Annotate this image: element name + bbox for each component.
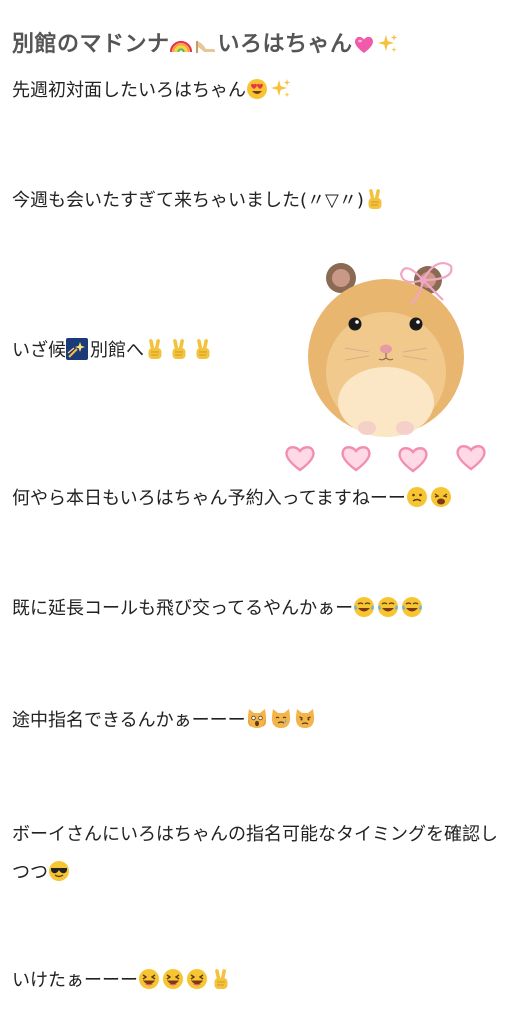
sparkles-icon: [271, 79, 291, 98]
scream-cat-icon: [246, 708, 268, 730]
victory-hand-icon: [148, 338, 162, 360]
body-line-3: いざ候 別館へ: [12, 336, 216, 366]
tears-of-joy-icon: [401, 596, 423, 618]
line-text: 既に延長コールも飛び交ってるやんかぁー: [12, 598, 354, 619]
body-line-5: 既に延長コールも飛び交ってるやんかぁー: [12, 594, 425, 624]
title-text-1: 別館のマドンナ: [12, 32, 170, 57]
pouting-cat-icon: [294, 708, 316, 730]
body-line-8: いけたぁーーー: [12, 966, 234, 996]
line-text: 何やら本日もいろはちゃん予約入ってますねーー: [12, 488, 406, 509]
confused-face-icon: [406, 486, 428, 508]
laughing-face-icon: [138, 968, 160, 990]
hamster-paw-right: [396, 421, 414, 435]
shooting-star-icon: [66, 338, 88, 360]
crying-cat-icon: [270, 708, 292, 730]
hamster-eye-left: [348, 317, 362, 331]
hamster-nose: [380, 344, 392, 354]
line-text-after: 別館へ: [90, 340, 144, 361]
sparkles-icon: [377, 34, 398, 53]
rainbow-icon: [169, 40, 192, 54]
body-line-1: 先週初対面したいろはちゃん: [12, 76, 294, 106]
victory-hand-icon: [214, 968, 228, 990]
line-text: ボーイさんにいろはちゃんの指名可能なタイミングを確認しつつ: [12, 824, 498, 883]
heart-icon: [398, 447, 428, 473]
body-line-2: 今週も会いたすぎて来ちゃいました(〃▽〃): [12, 186, 388, 216]
heart-icon: [456, 445, 486, 471]
heart-row: [285, 445, 486, 473]
post-title: 別館のマドンナ いろはちゃん: [12, 26, 401, 58]
weary-face-icon: [430, 486, 452, 508]
body-line-6: 途中指名できるんかぁーーー: [12, 706, 318, 736]
heart-icon: [341, 446, 371, 472]
victory-hand-icon: [172, 338, 186, 360]
hamster-eye-right: [409, 317, 423, 331]
tears-of-joy-icon: [377, 596, 399, 618]
high-heel-icon: [195, 41, 215, 53]
pink-heart-icon: [354, 36, 373, 53]
laughing-face-icon: [186, 968, 208, 990]
laughing-face-icon: [162, 968, 184, 990]
victory-hand-icon: [196, 338, 210, 360]
tears-of-joy-icon: [353, 596, 375, 618]
heart-eyes-face-icon: [247, 79, 267, 99]
body-line-7: ボーイさんにいろはちゃんの指名可能なタイミングを確認しつつ: [12, 816, 507, 892]
heart-icon: [285, 446, 315, 472]
line-text-before: いざ候: [12, 340, 66, 361]
hamster-illustration: [285, 262, 486, 473]
line-text: 今週も会いたすぎて来ちゃいました(〃▽〃): [12, 190, 364, 211]
body-line-4: 何やら本日もいろはちゃん予約入ってますねーー: [12, 484, 507, 514]
title-text-2: いろはちゃん: [217, 32, 353, 57]
hamster-paw-left: [358, 421, 376, 435]
line-text: 途中指名できるんかぁーーー: [12, 710, 246, 731]
line-text: 先週初対面したいろはちゃん: [12, 80, 246, 101]
victory-hand-icon: [367, 188, 382, 210]
hamster-image: [283, 252, 493, 474]
sunglasses-face-icon: [48, 860, 70, 882]
line-text: いけたぁーーー: [12, 970, 138, 991]
